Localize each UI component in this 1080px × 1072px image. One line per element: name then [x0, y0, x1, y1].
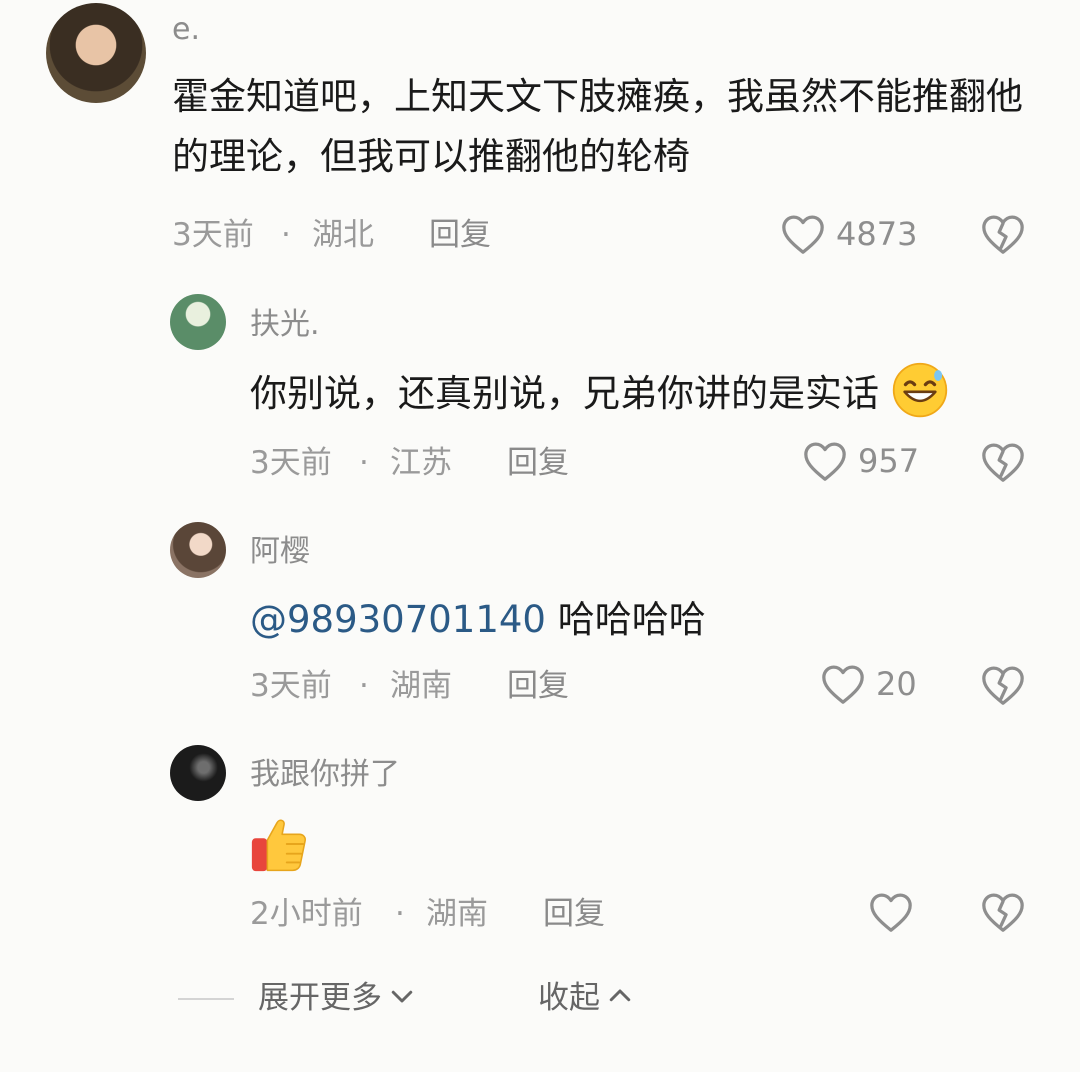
collapse-label: 收起 — [538, 980, 600, 1016]
expand-more-label: 展开更多 — [258, 980, 382, 1016]
dislike-icon[interactable] — [980, 663, 1026, 707]
chevron-down-icon — [391, 990, 413, 1003]
username[interactable]: e. — [172, 12, 200, 48]
reply-button[interactable]: 回复 — [507, 666, 569, 706]
heart-icon — [804, 442, 846, 481]
like-button[interactable]: 20 — [818, 658, 928, 710]
like-button[interactable]: 4873 — [778, 208, 928, 260]
comment-text-content: 哈哈哈哈 — [545, 598, 706, 641]
like-count: 957 — [858, 442, 920, 480]
comment-4: 我跟你拼了 2小时前 · 湖南 回复 — [0, 735, 1080, 950]
timestamp: 3天前 — [250, 445, 332, 481]
reply-button[interactable]: 回复 — [507, 443, 569, 483]
heart-icon — [782, 215, 824, 254]
heart-icon — [870, 893, 912, 932]
timestamp: 3天前 — [172, 217, 254, 253]
reply-button[interactable]: 回复 — [543, 894, 605, 934]
like-button[interactable] — [866, 886, 926, 938]
username[interactable]: 我跟你拼了 — [250, 757, 400, 793]
username[interactable]: 阿樱 — [250, 534, 310, 570]
timestamp: 2小时前 — [250, 896, 363, 932]
reply-button[interactable]: 回复 — [429, 215, 491, 255]
avatar[interactable] — [170, 522, 226, 578]
replies-footer: 展开更多 收起 — [0, 970, 1080, 1030]
meta-separator: · — [281, 217, 291, 253]
comment-1: e. 霍金知道吧，上知天文下肢瘫痪，我虽然不能推翻他的理论，但我可以推翻他的轮椅… — [0, 0, 1080, 270]
comment-3: 阿樱 @98930701140 哈哈哈哈 3天前 · 湖南 回复 20 — [0, 510, 1080, 725]
avatar[interactable] — [170, 294, 226, 350]
meta-separator: · — [395, 896, 405, 932]
timestamp: 3天前 — [250, 668, 332, 704]
expand-more-button[interactable]: 展开更多 — [258, 978, 417, 1022]
thumbs-up-emoji — [251, 819, 306, 872]
grinning-sweat-emoji — [892, 362, 947, 418]
location: 湖南 — [390, 668, 452, 704]
meta-separator: · — [359, 445, 369, 481]
divider-line — [178, 998, 234, 1000]
like-count: 4873 — [836, 215, 918, 253]
username[interactable]: 扶光. — [250, 307, 320, 343]
avatar[interactable] — [46, 3, 146, 103]
comment-text-content: 你别说，还真别说，兄弟你讲的是实话 — [250, 372, 879, 415]
location: 江苏 — [390, 445, 452, 481]
location: 湖南 — [426, 896, 488, 932]
chevron-up-icon — [609, 989, 631, 1002]
dislike-icon[interactable] — [980, 440, 1026, 484]
collapse-button[interactable]: 收起 — [538, 978, 635, 1022]
comment-text: @98930701140 哈哈哈哈 — [250, 590, 706, 650]
like-count: 20 — [876, 665, 917, 703]
location: 湖北 — [312, 217, 374, 253]
dislike-icon[interactable] — [980, 212, 1026, 256]
like-button[interactable]: 957 — [800, 435, 930, 487]
dislike-icon[interactable] — [980, 890, 1026, 934]
comment-2: 扶光. 你别说，还真别说，兄弟你讲的是实话 3天前 · 江苏 回复 957 — [0, 285, 1080, 495]
comment-text: 你别说，还真别说，兄弟你讲的是实话 — [250, 361, 949, 424]
avatar[interactable] — [170, 745, 226, 801]
mention-link[interactable]: @98930701140 — [250, 598, 546, 641]
meta-separator: · — [359, 668, 369, 704]
heart-icon — [822, 665, 864, 704]
comment-text: 霍金知道吧，上知天文下肢瘫痪，我虽然不能推翻他的理论，但我可以推翻他的轮椅 — [172, 75, 1023, 178]
